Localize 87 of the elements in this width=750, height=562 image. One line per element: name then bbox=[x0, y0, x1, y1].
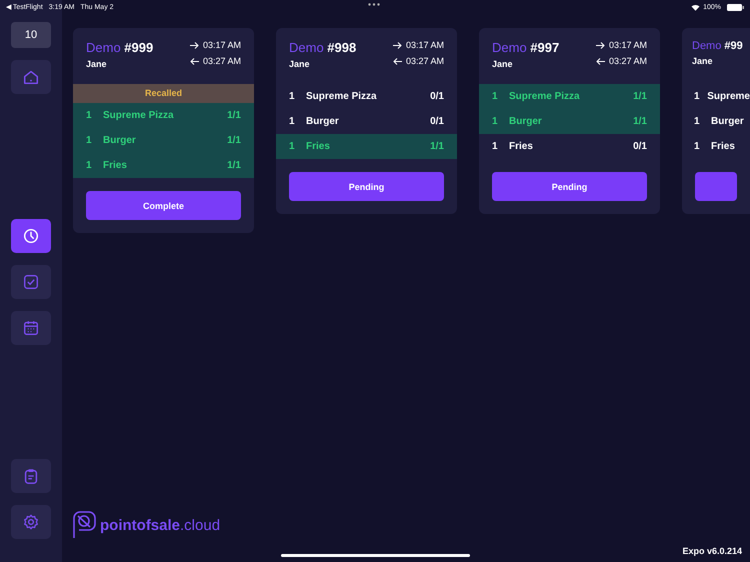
item-progress: 1/1 bbox=[227, 160, 241, 171]
item-quantity: 1 bbox=[694, 91, 701, 102]
item-quantity: 1 bbox=[492, 141, 499, 152]
settings-icon bbox=[22, 513, 40, 531]
version-label: Expo v6.0.214 bbox=[682, 546, 742, 556]
order-title: Demo #99 bbox=[692, 40, 743, 52]
due-time: 03:27 AM bbox=[608, 56, 647, 66]
order-count-badge: 10 bbox=[11, 22, 51, 48]
order-item-row[interactable]: 1 Supreme Pizza 0/1 bbox=[276, 84, 457, 109]
order-title: Demo #999 bbox=[86, 40, 154, 55]
arrow-right-icon bbox=[190, 42, 199, 48]
sidebar-button[interactable] bbox=[11, 265, 51, 299]
calendar-icon bbox=[22, 319, 40, 337]
sidebar-button[interactable] bbox=[11, 219, 51, 253]
item-name: Supreme Pizza bbox=[509, 91, 581, 102]
arrow-left-icon bbox=[392, 58, 402, 64]
item-progress: 1/1 bbox=[430, 141, 444, 152]
item-quantity: 1 bbox=[492, 91, 499, 102]
item-progress: 0/1 bbox=[430, 91, 444, 102]
home-icon bbox=[22, 68, 40, 86]
logo-text: pointofsale.cloud bbox=[100, 516, 220, 534]
item-name: Burger bbox=[306, 116, 340, 127]
clock-icon bbox=[22, 227, 40, 245]
item-progress: 1/1 bbox=[227, 135, 241, 146]
item-name: Fries bbox=[711, 141, 736, 152]
sidebar-button[interactable] bbox=[11, 505, 51, 539]
sent-time: 03:17 AM bbox=[202, 40, 241, 50]
order-item-row[interactable]: 1 Fries 0/1 bbox=[479, 134, 660, 159]
arrow-right-icon bbox=[596, 42, 605, 48]
status-button[interactable]: Pending bbox=[289, 172, 444, 201]
wifi-icon bbox=[691, 4, 700, 10]
item-quantity: 1 bbox=[492, 116, 499, 127]
arrow-left-icon bbox=[596, 58, 605, 64]
recalled-banner: Recalled bbox=[73, 84, 254, 103]
sidebar-button[interactable] bbox=[11, 60, 51, 94]
order-title: Demo #997 bbox=[492, 40, 560, 55]
item-quantity: 1 bbox=[694, 116, 701, 127]
item-name: Supreme Pizza bbox=[306, 91, 378, 102]
order-item-row[interactable]: 1 Burger bbox=[682, 109, 750, 134]
arrow-right-icon bbox=[392, 42, 402, 48]
item-quantity: 1 bbox=[694, 141, 701, 152]
order-item-row[interactable]: 1 Burger 0/1 bbox=[276, 109, 457, 134]
sent-time: 03:17 AM bbox=[406, 40, 444, 50]
item-quantity: 1 bbox=[86, 135, 93, 146]
sidebar-button[interactable] bbox=[11, 311, 51, 345]
checkbox-icon bbox=[22, 273, 40, 291]
item-progress: 0/1 bbox=[430, 116, 444, 127]
customer-name: Jane bbox=[289, 59, 311, 69]
item-name: Fries bbox=[103, 160, 128, 171]
item-name: Burger bbox=[509, 116, 543, 127]
item-name: Fries bbox=[509, 141, 534, 152]
order-item-row[interactable]: 1 Burger 1/1 bbox=[73, 128, 254, 153]
clipboard-icon bbox=[22, 467, 40, 485]
sent-time: 03:17 AM bbox=[608, 40, 647, 50]
item-quantity: 1 bbox=[289, 116, 296, 127]
customer-name: Jane bbox=[692, 56, 714, 66]
customer-name: Jane bbox=[86, 59, 108, 69]
item-quantity: 1 bbox=[86, 110, 93, 121]
battery-icon bbox=[727, 4, 744, 10]
order-title: Demo #998 bbox=[289, 40, 356, 55]
item-progress: 1/1 bbox=[633, 91, 647, 102]
item-name: Supreme Pizza bbox=[103, 110, 175, 121]
order-item-row[interactable]: 1 Supreme Pizza 1/1 bbox=[73, 103, 254, 128]
item-progress: 1/1 bbox=[227, 110, 241, 121]
sidebar-button[interactable] bbox=[11, 459, 51, 493]
due-time: 03:27 AM bbox=[202, 56, 241, 66]
order-item-row[interactable]: 1 Supreme Pizza 1/1 bbox=[479, 84, 660, 109]
item-name: Burger bbox=[711, 116, 745, 127]
order-item-row[interactable]: 1 Burger 1/1 bbox=[479, 109, 660, 134]
customer-name: Jane bbox=[492, 59, 514, 69]
order-item-row[interactable]: 1 Fries 1/1 bbox=[276, 134, 457, 159]
order-item-row[interactable]: 1 Fries bbox=[682, 134, 750, 159]
status-button[interactable]: Pending bbox=[492, 172, 647, 201]
order-item-row[interactable]: 1 Fries 1/1 bbox=[73, 153, 254, 178]
item-name: Fries bbox=[306, 141, 331, 152]
more-icon[interactable] bbox=[368, 3, 380, 6]
item-progress: 1/1 bbox=[633, 116, 647, 127]
item-name: Burger bbox=[103, 135, 137, 146]
item-progress: 0/1 bbox=[633, 141, 647, 152]
item-name: Supreme bbox=[707, 91, 750, 102]
item-quantity: 1 bbox=[289, 91, 296, 102]
order-item-row[interactable]: 1 Supreme bbox=[682, 84, 750, 109]
item-quantity: 1 bbox=[86, 160, 93, 171]
item-quantity: 1 bbox=[289, 141, 296, 152]
due-time: 03:27 AM bbox=[406, 56, 444, 66]
status-button[interactable]: Complete bbox=[86, 191, 241, 220]
arrow-left-icon bbox=[190, 58, 199, 64]
